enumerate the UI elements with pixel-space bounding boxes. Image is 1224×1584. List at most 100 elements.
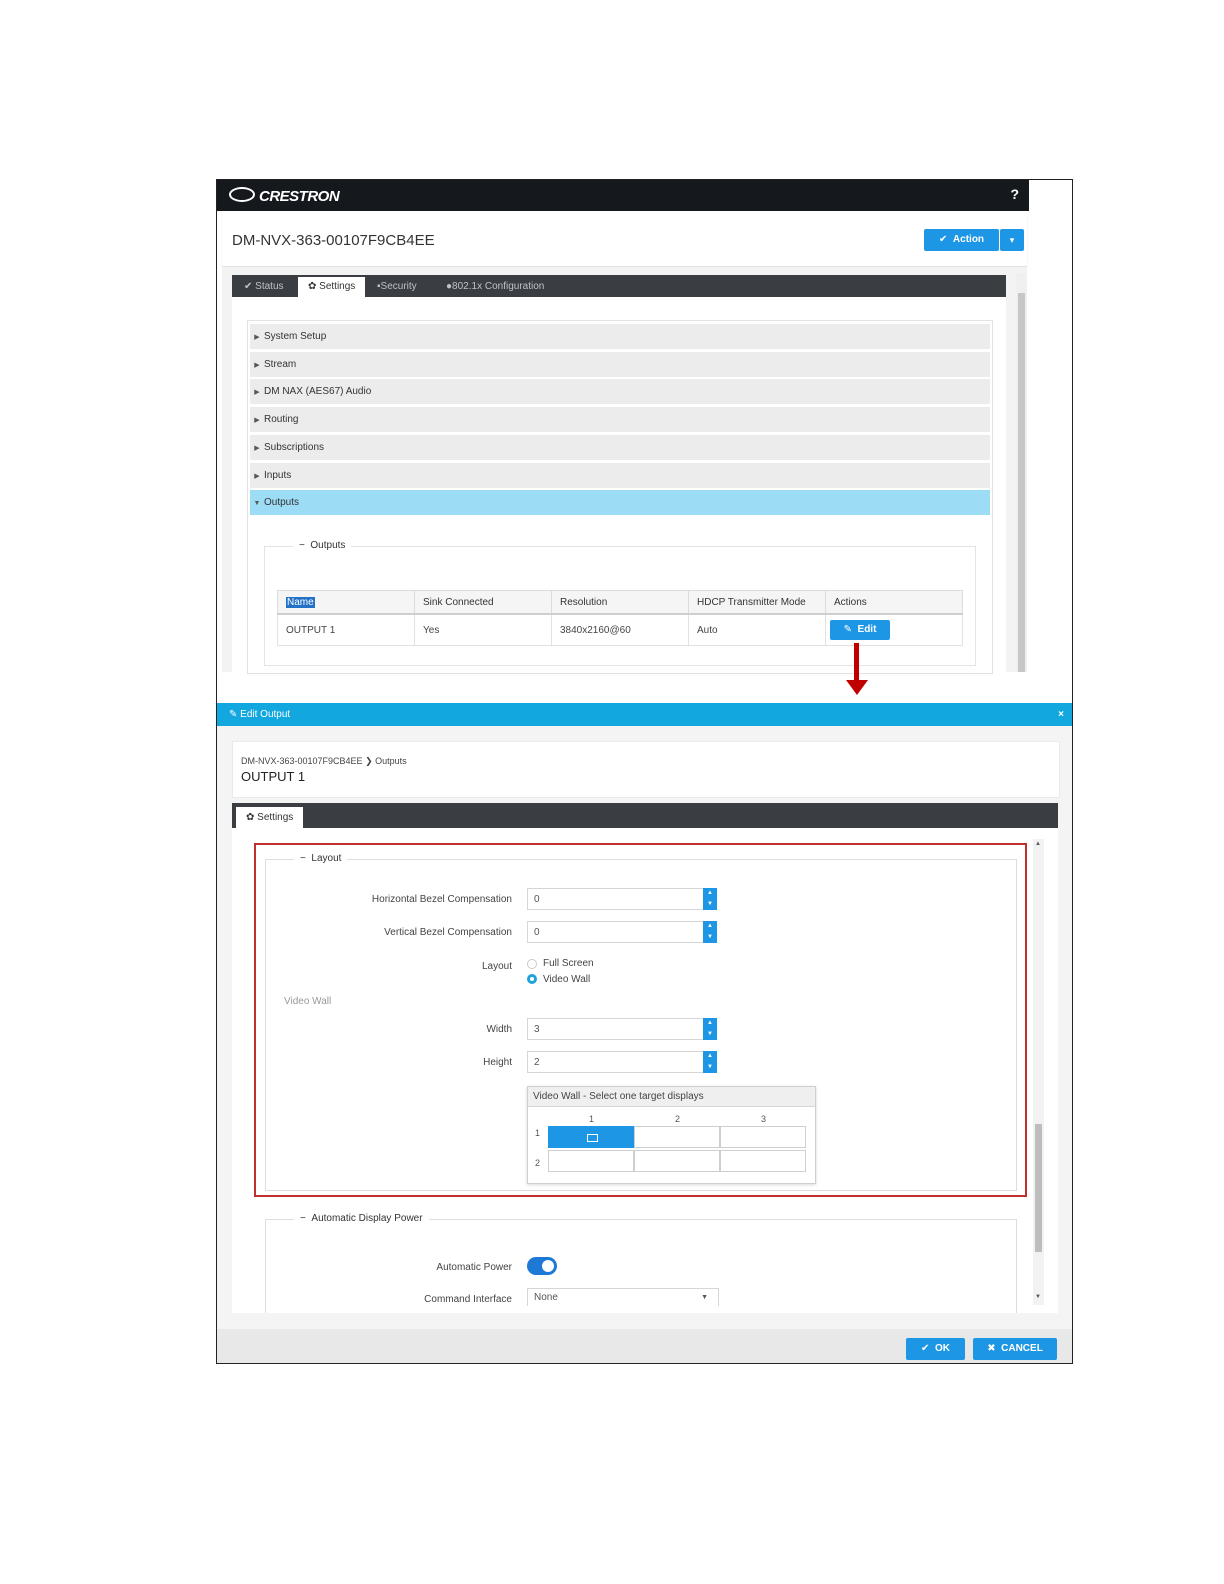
modal-footer: ✔ OK ✖ CANCEL [217,1329,1072,1363]
tab-settings[interactable]: ✿ Settings [298,277,366,297]
grid-cell-1-3[interactable] [720,1126,806,1148]
stepper-down-icon[interactable]: ▼ [703,932,717,943]
col-name-label: Name [286,596,315,608]
stepper-down-icon[interactable]: ▼ [703,899,717,910]
radio-full-screen-label[interactable]: Full Screen [543,958,594,969]
col-hdcp-mode[interactable]: HDCP Transmitter Mode [688,590,826,615]
stepper-down-icon[interactable]: ▼ [703,1062,717,1073]
accordion-inputs[interactable]: ▶ Inputs [250,463,990,488]
outputs-legend[interactable]: − Outputs [293,540,352,551]
ok-label: OK [934,1343,950,1354]
gear-icon: ✿ [246,812,255,823]
stepper-up-icon[interactable]: ▲ [703,1051,717,1062]
ok-button[interactable]: ✔ OK [906,1338,965,1360]
modal-title: ✎ Edit Output [229,703,290,726]
table-row: OUTPUT 1 Yes 3840x2160@60 Auto ✎ Edit [277,613,963,646]
edit-label: Edit [857,624,877,635]
scrollbar-thumb[interactable] [1018,293,1025,672]
breadcrumb-outputs[interactable]: Outputs [375,756,407,766]
grid-cell-2-3[interactable] [720,1150,806,1172]
modal-scrollbar[interactable]: ▲ ▼ [1033,839,1044,1305]
col-name[interactable]: Name [277,590,415,615]
action-label: Action [952,234,985,245]
stepper-up-icon[interactable]: ▲ [703,1018,717,1029]
close-icon: ✖ [987,1343,996,1354]
radio-video-wall-label[interactable]: Video Wall [543,974,590,985]
cancel-label: CANCEL [1001,1343,1043,1354]
width-stepper[interactable]: ▲ ▼ [703,1018,717,1040]
grid-cell-1-1[interactable] [548,1126,634,1148]
auto-power-legend[interactable]: − Automatic Display Power [294,1213,429,1224]
h-bezel-input[interactable]: 0 [527,888,717,910]
accordion-stream[interactable]: ▶ Stream [250,352,990,377]
breadcrumb-device[interactable]: DM-NVX-363-00107F9CB4EE [241,756,363,766]
breadcrumb-box: DM-NVX-363-00107F9CB4EE ❯ Outputs OUTPUT… [232,741,1060,798]
auto-power-toggle[interactable] [527,1257,557,1275]
command-interface-label: Command Interface [424,1294,512,1305]
accordion-label: Stream [264,359,297,370]
tab-8021x[interactable]: ●802.1x Configuration [446,277,544,297]
caret-right-icon: ▶ [254,445,260,452]
height-label: Height [483,1057,512,1068]
height-input[interactable]: 2 [527,1051,717,1073]
help-button[interactable]: ? [1010,186,1019,202]
accordion-label: System Setup [264,331,327,342]
collapse-icon: − [300,1213,306,1224]
action-button[interactable]: ✔ Action [924,229,999,251]
screenshot-frame: CRESTRON ? DM-NVX-363-00107F9CB4EE ✔ Act… [216,179,1073,1364]
grid-cell-2-1[interactable] [548,1150,634,1172]
accordion-label: Inputs [264,470,292,481]
scroll-up-icon[interactable]: ▲ [1035,841,1041,847]
v-bezel-stepper[interactable]: ▲ ▼ [703,921,717,943]
video-wall-grid-title: Video Wall - Select one target displays [528,1087,815,1107]
edit-button[interactable]: ✎ Edit [830,620,890,640]
h-bezel-stepper[interactable]: ▲ ▼ [703,888,717,910]
cancel-button[interactable]: ✖ CANCEL [973,1338,1057,1360]
command-interface-select[interactable]: None ▼ [527,1288,719,1306]
v-bezel-input[interactable]: 0 [527,921,717,943]
stepper-down-icon[interactable]: ▼ [703,1029,717,1040]
radio-video-wall[interactable] [527,974,537,984]
col-resolution[interactable]: Resolution [551,590,689,615]
scrollbar-thumb[interactable] [1035,1124,1042,1252]
accordion-label: Subscriptions [264,442,325,453]
accordion-dm-nax-audio[interactable]: ▶ DM NAX (AES67) Audio [250,379,990,404]
height-stepper[interactable]: ▲ ▼ [703,1051,717,1073]
breadcrumb: DM-NVX-363-00107F9CB4EE ❯ Outputs [241,756,407,767]
modal-tabs: ✿ Settings [232,803,1058,828]
settings-accordion: ▶ System Setup ▶ Stream ▶ DM NAX (AES67) Au… [247,320,993,674]
accordion-routing[interactable]: ▶ Routing [250,407,990,432]
cell-name: OUTPUT 1 [277,613,415,646]
stepper-up-icon[interactable]: ▲ [703,921,717,932]
width-input[interactable]: 3 [527,1018,717,1040]
stepper-up-icon[interactable]: ▲ [703,888,717,899]
action-dropdown-toggle[interactable]: ▾ [1000,229,1024,251]
accordion-subscriptions[interactable]: ▶ Subscriptions [250,435,990,460]
tab-status-label: Status [255,281,284,292]
caret-right-icon: ▶ [254,334,260,341]
edit-icon: ✎ [843,624,852,635]
video-wall-subheading: Video Wall [284,996,332,1007]
check-icon: ✔ [921,1343,930,1354]
video-wall-grid: Video Wall - Select one target displays … [527,1086,816,1184]
auto-power-label: Automatic Power [436,1262,512,1273]
settings-scrollbar[interactable] [1016,273,1027,672]
tab-status[interactable]: ✔ Status [244,277,284,297]
grid-cell-2-2[interactable] [634,1150,720,1172]
edit-icon: ✎ [229,709,238,720]
scroll-down-icon[interactable]: ▼ [1035,1294,1041,1300]
radio-full-screen[interactable] [527,959,537,969]
accordion-system-setup[interactable]: ▶ System Setup [250,324,990,349]
tab-security[interactable]: ▪Security [377,277,417,297]
grid-cell-1-2[interactable] [634,1126,720,1148]
callout-arrow-icon [846,680,868,695]
close-icon[interactable]: × [1058,703,1064,726]
cell-actions: ✎ Edit [825,613,963,646]
accordion-outputs[interactable]: ▼ Outputs [250,490,990,515]
grid-row-label: 2 [535,1158,541,1168]
tab-settings-label: Settings [257,812,294,823]
col-actions: Actions [825,590,963,615]
col-sink-connected[interactable]: Sink Connected [414,590,552,615]
outputs-legend-label: Outputs [310,540,346,551]
tab-settings[interactable]: ✿ Settings [236,807,304,828]
